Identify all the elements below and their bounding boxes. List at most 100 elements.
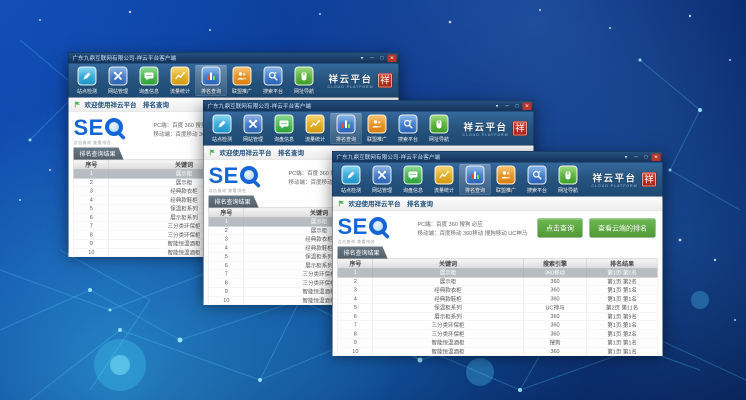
cell-index: 10 (74, 248, 109, 257)
brand-seal-icon: 祥 (378, 73, 393, 88)
table-row[interactable]: 8 三分类环保柜 360 第1页 第2名 (338, 330, 658, 339)
cell-rank: 第1页 第9名 (587, 312, 657, 321)
people-icon (233, 66, 252, 85)
toolbar-item-rank-query[interactable]: 排名查询 (196, 65, 227, 96)
welcome-bar: 欢迎使用祥云平台 排名查询 (333, 197, 663, 211)
col-header-index: 序号 (74, 160, 109, 170)
close-button[interactable]: ✕ (388, 54, 397, 62)
toolbar-item-inquiry[interactable]: 询盘信息 (134, 65, 165, 96)
toolbar-item-search-platform[interactable]: 搜索平台 (393, 113, 424, 144)
table-row[interactable]: 5 保温柜系列 UC神马 第2页 第11名 (338, 303, 658, 312)
content-area: SE 点击查询 查看排名 PC端：百度 360 搜狗 必应 移动端：百度移动 3… (333, 211, 663, 357)
main-toolbar: 站点检测 网站管理 询盘信息 流量统计 (69, 64, 399, 98)
minimize-button[interactable]: ─ (632, 153, 641, 161)
toolbar-item-site-check[interactable]: 站点检测 (207, 113, 238, 144)
cell-rank: 第1页 第1名 (587, 295, 657, 304)
toolbar-item-traffic-stats[interactable]: 流量统计 (300, 113, 331, 144)
cell-engine: UC神马 (523, 303, 587, 312)
toolbar-item-alliance-promo[interactable]: 联盟推广 (227, 65, 258, 96)
cell-engine: 360 (523, 321, 587, 330)
toolbar-label: 搜索平台 (527, 186, 547, 194)
titlebar[interactable]: 广东九鼎互联网有限公司-祥云平台客户端 ▾ ─ □ ✕ (69, 53, 399, 64)
toolbar-item-inquiry[interactable]: 询盘信息 (398, 164, 429, 195)
cell-index: 7 (209, 270, 244, 279)
toolbar-item-site-manage[interactable]: 网站管理 (103, 65, 134, 96)
table-row[interactable]: 7 三分类环保柜 360 第1页 第1名 (338, 321, 658, 330)
welcome-text: 欢迎使用祥云平台 (85, 100, 137, 110)
cell-index: 2 (338, 277, 373, 286)
table-row[interactable]: 10 智能恒温酒柜 360 第1页 第1名 (338, 347, 658, 356)
tab-rank-results[interactable]: 排名查询结果 (338, 247, 388, 259)
bar-chart-icon (202, 66, 221, 85)
toolbar-label: 网站管理 (372, 186, 392, 194)
view-cloud-rank-button[interactable]: 查看云端的排名 (590, 219, 656, 238)
window-controls: ▾ ─ □ ✕ (493, 102, 532, 110)
table-row[interactable]: 3 经典款衣柜 360 第1页 第1名 (338, 286, 658, 295)
toolbar-item-alliance-promo[interactable]: 联盟推广 (491, 164, 522, 195)
brand-name: 祥云平台 (462, 120, 508, 134)
mobile-engines-line: 移动端：百度移动 360移动 搜狗移动 UC神马 (418, 229, 528, 238)
toolbar-label: 搜索平台 (398, 135, 418, 143)
minimize-button[interactable]: ─ (503, 102, 512, 110)
maximize-button[interactable]: □ (642, 153, 651, 161)
toolbar-label: 流量统计 (305, 135, 325, 143)
chat-icon (404, 165, 423, 184)
toolbar-item-site-nav[interactable]: 网址导航 (424, 113, 455, 144)
table-row[interactable]: 6 展示柜系列 360 第1页 第9名 (338, 312, 658, 321)
toolbar-item-traffic-stats[interactable]: 流量统计 (165, 65, 196, 96)
cell-index: 3 (74, 187, 109, 196)
toolbar-item-site-manage[interactable]: 网站管理 (367, 164, 398, 195)
app-window: 广东九鼎互联网有限公司-祥云平台客户端 ▾ ─ □ ✕ 站点检测 网站管理 (332, 151, 663, 351)
toolbar-item-search-platform[interactable]: 搜索平台 (522, 164, 553, 195)
query-button[interactable]: 点击查询 (538, 219, 583, 238)
cell-engine: 360 (523, 277, 587, 286)
toolbar-label: 站点检测 (77, 87, 97, 95)
maximize-button[interactable]: □ (513, 102, 522, 110)
cell-rank: 第1页 第1名 (587, 268, 657, 277)
toolbar-item-site-manage[interactable]: 网站管理 (238, 113, 269, 144)
titlebar[interactable]: 广东九鼎互联网有限公司-祥云平台客户端 ▾ ─ □ ✕ (333, 152, 663, 163)
toolbar-item-traffic-stats[interactable]: 流量统计 (429, 164, 460, 195)
minimize-button[interactable]: ─ (368, 54, 377, 62)
cell-index: 5 (74, 204, 109, 213)
pencil-icon (213, 114, 232, 133)
cell-index: 2 (74, 178, 109, 187)
toolbar-item-inquiry[interactable]: 询盘信息 (269, 113, 300, 144)
col-header-rank: 排名结果 (587, 259, 657, 269)
people-icon (497, 165, 516, 184)
toolbar-label: 网站管理 (108, 87, 128, 95)
window-controls: ▾ ─ □ ✕ (622, 153, 661, 161)
skin-button[interactable]: ▾ (622, 153, 631, 161)
toolbar-item-rank-query[interactable]: 排名查询 (331, 113, 362, 144)
toolbar-item-site-check[interactable]: 站点检测 (336, 164, 367, 195)
cell-keyword: 智能恒温酒柜 (373, 338, 523, 347)
cell-keyword: 三分类环保柜 (373, 321, 523, 330)
toolbar-item-site-nav[interactable]: 网址导航 (553, 164, 584, 195)
tab-rank-results[interactable]: 排名查询结果 (74, 148, 124, 160)
close-button[interactable]: ✕ (523, 102, 532, 110)
cell-engine: 360 (523, 286, 587, 295)
cell-index: 1 (74, 169, 109, 178)
close-button[interactable]: ✕ (652, 153, 661, 161)
toolbar-item-site-nav[interactable]: 网址导航 (289, 65, 320, 96)
toolbar-item-site-check[interactable]: 站点检测 (72, 65, 103, 96)
toolbar-item-search-platform[interactable]: 搜索平台 (258, 65, 289, 96)
skin-button[interactable]: ▾ (358, 54, 367, 62)
cell-index: 6 (209, 261, 244, 270)
table-row[interactable]: 2 展示柜 360 第1页 第2名 (338, 277, 658, 286)
cell-keyword: 展示柜 (373, 268, 523, 277)
tab-rank-results[interactable]: 排名查询结果 (209, 196, 259, 208)
table-row[interactable]: 4 经典款鞋柜 360 第1页 第1名 (338, 295, 658, 304)
table-row[interactable]: 9 智能恒温酒柜 搜狗 第1页 第1名 (338, 338, 658, 347)
toolbar-label: 联盟推广 (496, 186, 516, 194)
cell-index: 9 (338, 338, 373, 347)
brand-name: 祥云平台 (327, 72, 373, 86)
toolbar-item-rank-query[interactable]: 排名查询 (460, 164, 491, 195)
toolbar-item-alliance-promo[interactable]: 联盟推广 (362, 113, 393, 144)
table-row[interactable]: 1 展示柜 360移动 第1页 第1名 (338, 268, 658, 277)
titlebar[interactable]: 广东九鼎互联网有限公司-祥云平台客户端 ▾ ─ □ ✕ (204, 101, 534, 112)
maximize-button[interactable]: □ (378, 54, 387, 62)
pencil-icon (78, 66, 97, 85)
pc-engines-line: PC端：百度 360 搜狗 必应 (418, 220, 528, 229)
skin-button[interactable]: ▾ (493, 102, 502, 110)
